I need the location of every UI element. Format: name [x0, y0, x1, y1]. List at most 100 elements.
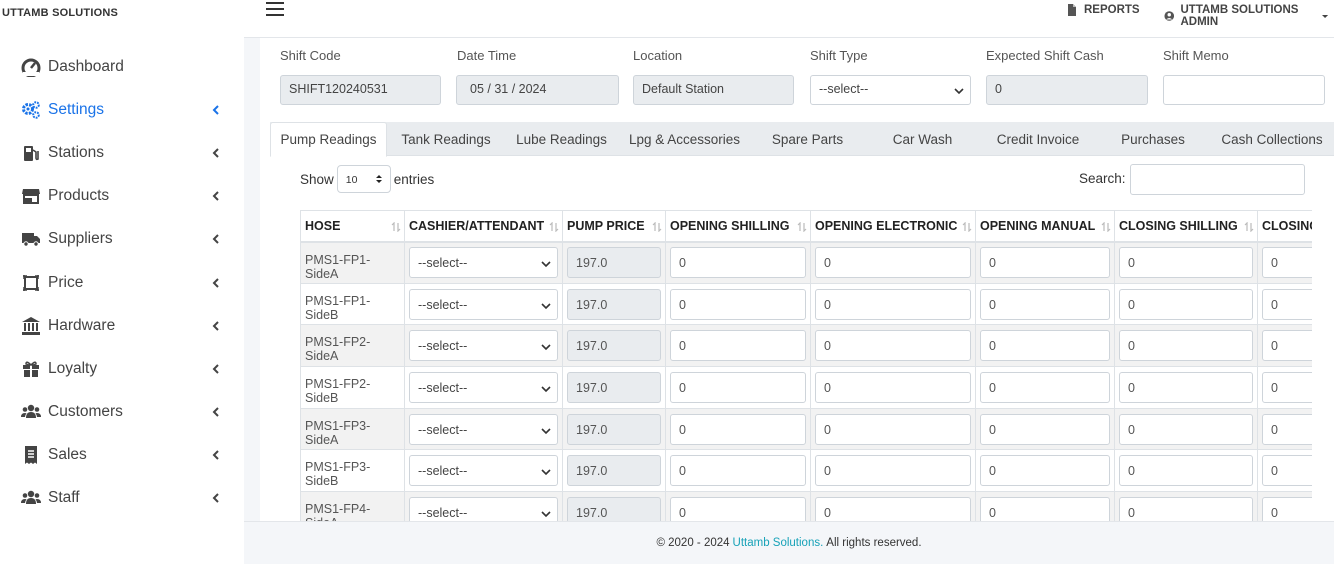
pump-price-field[interactable]: 197.0: [567, 247, 661, 279]
search-label: Search:: [1079, 171, 1126, 186]
opening-manual-input[interactable]: 0: [980, 330, 1110, 362]
column-header-hose[interactable]: HOSE: [300, 210, 405, 243]
user-menu-toggle[interactable]: UTTAMB SOLUTIONS ADMIN: [1164, 4, 1334, 28]
column-header-closing-shilling[interactable]: CLOSING SHILLING: [1114, 210, 1258, 243]
cashier-select[interactable]: --select--: [409, 371, 558, 403]
tab-spare-parts[interactable]: Spare Parts: [750, 122, 865, 156]
column-header-cashier-attendant[interactable]: CASHIER/ATTENDANT: [404, 210, 563, 243]
column-header-opening-electronic[interactable]: OPENING ELECTRONIC: [810, 210, 976, 243]
sidebar-item-stations[interactable]: Stations: [0, 131, 244, 174]
opening-manual-cell: 0: [975, 324, 1115, 368]
hamburger-menu-icon[interactable]: [266, 2, 284, 18]
sidebar-item-label: Loyalty: [48, 359, 98, 377]
cashier-select[interactable]: --select--: [409, 247, 558, 279]
reports-link[interactable]: REPORTS: [1066, 4, 1140, 16]
column-header-closing[interactable]: CLOSING: [1257, 210, 1312, 243]
tab-purchases[interactable]: Purchases: [1096, 122, 1210, 156]
sidebar-item-hardware[interactable]: Hardware: [0, 304, 244, 347]
opening-manual-input[interactable]: 0: [980, 288, 1110, 320]
pump-price-field[interactable]: 197.0: [567, 288, 661, 320]
sidebar-item-sales[interactable]: Sales: [0, 434, 244, 477]
pump-price-field[interactable]: 197.0: [567, 330, 661, 362]
column-header-opening-manual[interactable]: OPENING MANUAL: [975, 210, 1115, 243]
opening-electronic-input[interactable]: 0: [815, 330, 971, 362]
closing-input[interactable]: 0: [1262, 455, 1312, 487]
closing-shilling-input[interactable]: 0: [1119, 330, 1253, 362]
opening-electronic-input[interactable]: 0: [815, 371, 971, 403]
opening-shilling-input[interactable]: 0: [670, 371, 806, 403]
company-link[interactable]: Uttamb Solutions.: [733, 537, 824, 549]
opening-electronic-input[interactable]: 0: [815, 288, 971, 320]
tab-car-wash[interactable]: Car Wash: [865, 122, 980, 156]
sidebar-item-dashboard[interactable]: Dashboard: [0, 45, 244, 88]
sidebar-item-suppliers[interactable]: Suppliers: [0, 218, 244, 261]
expected-cash-field[interactable]: 0: [986, 75, 1148, 105]
opening-shilling-input[interactable]: 0: [670, 413, 806, 445]
sidebar-item-price[interactable]: Price: [0, 261, 244, 304]
closing-input[interactable]: 0: [1262, 288, 1312, 320]
closing-shilling-input[interactable]: 0: [1119, 413, 1253, 445]
tab-tank-readings[interactable]: Tank Readings: [388, 122, 504, 156]
opening-shilling-input[interactable]: 0: [670, 496, 806, 521]
copyright-text: © 2020 - 2024: [656, 537, 730, 549]
opening-manual-input[interactable]: 0: [980, 455, 1110, 487]
sidebar-item-products[interactable]: Products: [0, 175, 244, 218]
cashier-select[interactable]: --select--: [409, 330, 558, 362]
shift-type-select[interactable]: --select--: [810, 75, 971, 105]
entries-length-select[interactable]: 10: [336, 165, 391, 193]
opening-shilling-input[interactable]: 0: [670, 247, 806, 279]
opening-shilling-input[interactable]: 0: [670, 455, 806, 487]
opening-electronic-input[interactable]: 0: [815, 496, 971, 521]
tab-credit-invoice[interactable]: Credit Invoice: [980, 122, 1096, 156]
cashier-select[interactable]: --select--: [409, 496, 558, 521]
table-row: PMS1-FP2-SideA --select-- 197.0 0 0 0 0 0: [300, 324, 1312, 368]
opening-manual-input[interactable]: 0: [980, 371, 1110, 403]
opening-manual-input[interactable]: 0: [980, 496, 1110, 521]
tab-cash-collections[interactable]: Cash Collections: [1210, 122, 1334, 156]
pump-price-field[interactable]: 197.0: [567, 413, 661, 445]
shift-code-field[interactable]: SHIFT120240531: [280, 75, 441, 105]
date-time-field[interactable]: 05 / 31 / 2024: [456, 75, 619, 105]
tab-lube-readings[interactable]: Lube Readings: [504, 122, 619, 156]
closing-input[interactable]: 0: [1262, 496, 1312, 521]
sidebar-item-settings[interactable]: Settings: [0, 88, 244, 131]
brand-name[interactable]: UTTAMB SOLUTIONS: [2, 7, 118, 19]
sidebar-item-customers[interactable]: Customers: [0, 391, 244, 434]
closing-shilling-input[interactable]: 0: [1119, 455, 1253, 487]
location-field[interactable]: Default Station: [633, 75, 794, 105]
pump-price-field[interactable]: 197.0: [567, 455, 661, 487]
closing-input[interactable]: 0: [1262, 413, 1312, 445]
column-header-opening-shilling[interactable]: OPENING SHILLING: [665, 210, 811, 243]
pump-price-field[interactable]: 197.0: [567, 371, 661, 403]
pump-price-cell: 197.0: [562, 491, 666, 521]
cashier-select[interactable]: --select--: [409, 455, 558, 487]
tab-lpg-accessories[interactable]: Lpg & Accessories: [619, 122, 750, 156]
closing-shilling-input[interactable]: 0: [1119, 247, 1253, 279]
cogs-icon: [20, 99, 42, 121]
opening-shilling-input[interactable]: 0: [670, 330, 806, 362]
cashier-select[interactable]: --select--: [409, 413, 558, 445]
opening-shilling-input[interactable]: 0: [670, 288, 806, 320]
opening-manual-input[interactable]: 0: [980, 413, 1110, 445]
search-input[interactable]: [1130, 164, 1305, 195]
sidebar-item-loyalty[interactable]: Loyalty: [0, 347, 244, 390]
shift-memo-field[interactable]: [1163, 75, 1325, 105]
closing-shilling-input[interactable]: 0: [1119, 288, 1253, 320]
tab-pump-readings[interactable]: Pump Readings: [270, 122, 387, 157]
closing-cell: 0: [1257, 366, 1312, 409]
sidebar-item-staff[interactable]: Staff: [0, 477, 244, 520]
closing-shilling-input[interactable]: 0: [1119, 496, 1253, 521]
entries-length-control: Show 10 entries: [300, 165, 434, 193]
closing-shilling-input[interactable]: 0: [1119, 371, 1253, 403]
sidebar-item-label: Sales: [48, 446, 87, 464]
closing-input[interactable]: 0: [1262, 330, 1312, 362]
opening-electronic-input[interactable]: 0: [815, 455, 971, 487]
opening-manual-input[interactable]: 0: [980, 247, 1110, 279]
pump-price-field[interactable]: 197.0: [567, 496, 661, 521]
opening-electronic-input[interactable]: 0: [815, 413, 971, 445]
column-header-pump-price[interactable]: PUMP PRICE: [562, 210, 666, 243]
closing-input[interactable]: 0: [1262, 247, 1312, 279]
closing-input[interactable]: 0: [1262, 371, 1312, 403]
cashier-select[interactable]: --select--: [409, 288, 558, 320]
opening-electronic-input[interactable]: 0: [815, 247, 971, 279]
